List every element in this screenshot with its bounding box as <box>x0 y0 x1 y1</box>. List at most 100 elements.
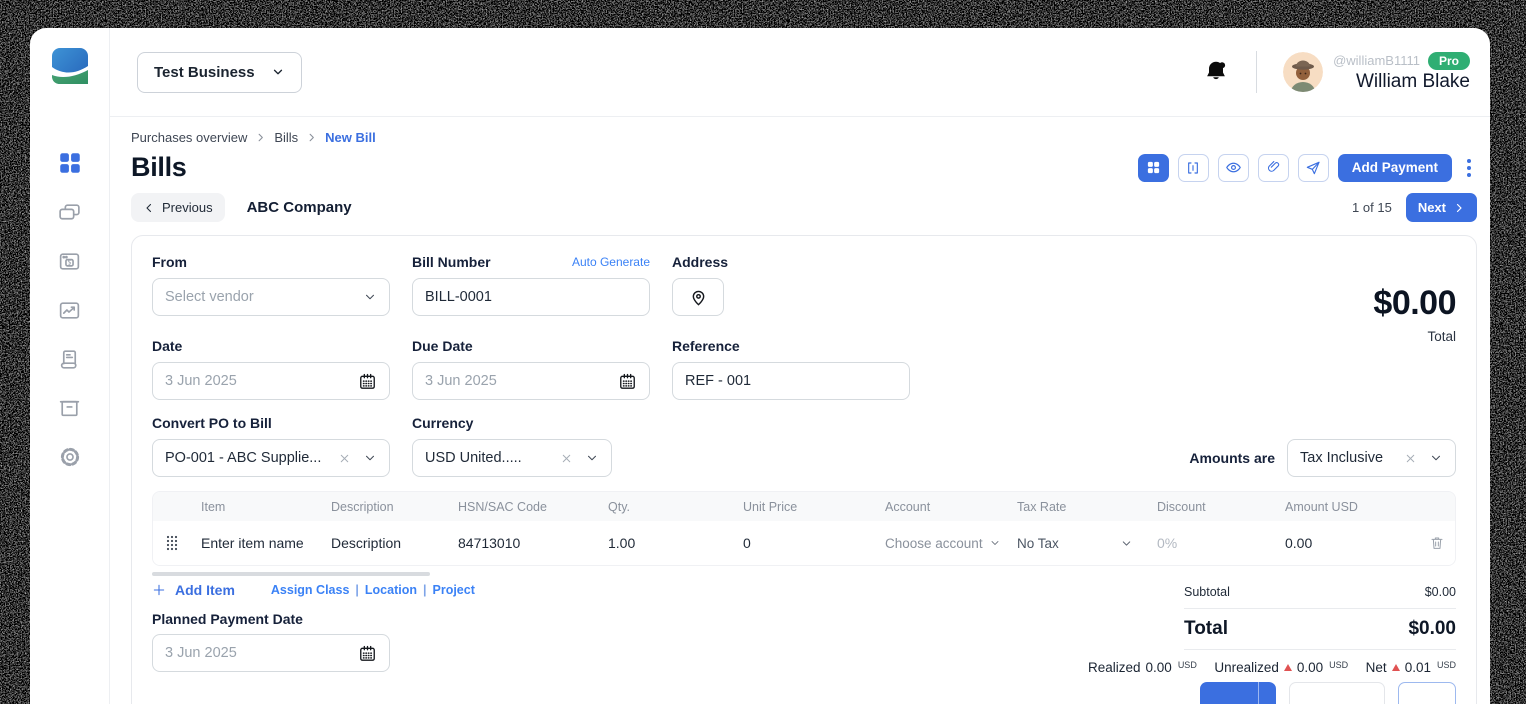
net-group: Net 0.01 USD <box>1366 660 1456 675</box>
chevron-down-icon <box>989 537 1001 549</box>
reference-label: Reference <box>672 338 740 354</box>
drag-handle-icon[interactable] <box>153 535 191 551</box>
send-button[interactable] <box>1298 154 1329 182</box>
add-item-button[interactable]: Add Item <box>152 582 235 598</box>
currency-field: Currency USD United..... <box>412 413 612 477</box>
due-date-input[interactable]: 3 Jun 2025 <box>412 362 650 400</box>
delete-row-button[interactable] <box>1416 535 1456 551</box>
app-window: $ <box>30 28 1490 704</box>
user-meta: @williamB1111 Pro William Blake <box>1333 52 1470 93</box>
date-input[interactable]: 3 Jun 2025 <box>152 362 390 400</box>
outline-action-button[interactable] <box>1398 682 1456 704</box>
breadcrumb-purchases-overview[interactable]: Purchases overview <box>131 130 247 145</box>
unrealized-group: Unrealized 0.00 USD <box>1214 660 1348 675</box>
breadcrumb-new-bill: New Bill <box>325 130 376 145</box>
chevron-down-icon <box>585 451 599 465</box>
location-link[interactable]: Location <box>365 583 417 597</box>
chevron-right-icon <box>1453 202 1465 214</box>
amounts-are-select[interactable]: Tax Inclusive <box>1287 439 1456 477</box>
sidebar-item-receipts[interactable] <box>57 346 83 372</box>
fx-summary-row: Realized 0.00 USD Unrealized 0.00 USD Ne… <box>1088 660 1456 675</box>
col-item: Item <box>191 500 321 514</box>
grand-total-amount: $0.00 <box>1373 284 1456 323</box>
user-avatar[interactable] <box>1283 52 1323 92</box>
grid-view-button[interactable] <box>1138 154 1169 182</box>
sidebar-item-dashboard[interactable] <box>57 150 83 176</box>
item-discount-input[interactable]: 0% <box>1147 535 1275 551</box>
item-hsn-input[interactable]: 84713010 <box>448 535 598 551</box>
up-triangle-icon <box>1284 664 1292 671</box>
more-options-button[interactable] <box>1461 155 1477 181</box>
bill-number-field: Bill Number Auto Generate BILL-0001 <box>412 252 650 316</box>
date-label: Date <box>152 338 182 354</box>
notifications-bell-icon[interactable] <box>1202 58 1230 86</box>
form-row-3: Convert PO to Bill PO-001 - ABC Supplie.… <box>152 413 1456 477</box>
table-horizontal-scrollbar[interactable] <box>152 572 430 576</box>
svg-text:$: $ <box>67 258 71 266</box>
app-logo-icon[interactable] <box>52 48 88 84</box>
due-date-field: Due Date 3 Jun 2025 <box>412 336 650 400</box>
chevron-right-icon <box>306 132 317 143</box>
realized-currency: USD <box>1178 660 1197 670</box>
bill-number-input[interactable]: BILL-0001 <box>412 278 650 316</box>
item-account-select[interactable]: Choose account <box>875 536 1007 551</box>
previous-button[interactable]: Previous <box>131 193 225 222</box>
user-handle: @williamB1111 <box>1333 53 1420 68</box>
bill-toolbar: Add Payment <box>1138 154 1477 182</box>
vendor-select[interactable]: Select vendor <box>152 278 390 316</box>
clear-icon <box>1404 452 1417 465</box>
col-discount: Discount <box>1147 500 1275 514</box>
business-name: Test Business <box>154 64 255 81</box>
planned-payment-date-input[interactable]: 3 Jun 2025 <box>152 634 390 672</box>
sidebar-item-sales[interactable]: $ <box>57 248 83 274</box>
project-link[interactable]: Project <box>433 583 475 597</box>
item-unit-price-input[interactable]: 0 <box>733 535 875 551</box>
send-icon <box>1305 160 1321 176</box>
main-area: Test Business <box>110 28 1490 704</box>
preview-button[interactable] <box>1218 154 1249 182</box>
net-currency: USD <box>1437 660 1456 670</box>
page-title: Bills <box>131 152 187 183</box>
total-value: $0.00 <box>1408 618 1456 640</box>
realized-group: Realized 0.00 USD <box>1088 660 1197 675</box>
pager-row: Previous ABC Company 1 of 15 Next <box>131 193 1477 222</box>
realized-value: 0.00 <box>1146 660 1172 675</box>
item-description-input[interactable]: Description <box>321 535 448 551</box>
sidebar-item-reports[interactable] <box>57 297 83 323</box>
secondary-action-button[interactable] <box>1289 682 1385 704</box>
chevron-left-icon <box>143 202 155 214</box>
save-split-button[interactable] <box>1200 682 1276 704</box>
reference-input[interactable]: REF - 001 <box>672 362 910 400</box>
content: Purchases overview Bills New Bill Bills <box>110 117 1490 704</box>
sidebar-item-archive[interactable] <box>57 395 83 421</box>
col-account: Account <box>875 500 1007 514</box>
add-payment-button[interactable]: Add Payment <box>1338 154 1452 182</box>
business-selector[interactable]: Test Business <box>137 52 302 93</box>
pro-badge: Pro <box>1428 52 1470 70</box>
clear-icon <box>560 452 573 465</box>
unrealized-value: 0.00 <box>1297 660 1323 675</box>
attachment-button[interactable] <box>1258 154 1289 182</box>
total-label: Total <box>1184 618 1228 640</box>
split-view-button[interactable] <box>1178 154 1209 182</box>
sidebar-nav: $ <box>57 150 83 470</box>
next-button[interactable]: Next <box>1406 193 1477 222</box>
assign-class-link[interactable]: Assign Class <box>271 583 350 597</box>
item-qty-input[interactable]: 1.00 <box>598 535 733 551</box>
sidebar-item-cards[interactable] <box>57 199 83 225</box>
item-name-input[interactable]: Enter item name <box>191 535 321 551</box>
item-tax-rate-select[interactable]: No Tax <box>1007 536 1147 551</box>
convert-po-select[interactable]: PO-001 - ABC Supplie... <box>152 439 390 477</box>
currency-label: Currency <box>412 415 473 431</box>
chevron-down-icon <box>363 290 377 304</box>
address-field: Address <box>672 252 728 316</box>
calendar-icon <box>358 372 377 391</box>
address-pin-button[interactable] <box>672 278 724 316</box>
due-date-label: Due Date <box>412 338 473 354</box>
from-label: From <box>152 254 187 270</box>
topbar-right: @williamB1111 Pro William Blake <box>1202 51 1470 93</box>
sidebar-item-settings[interactable] <box>57 444 83 470</box>
currency-select[interactable]: USD United..... <box>412 439 612 477</box>
auto-generate-link[interactable]: Auto Generate <box>572 255 650 269</box>
breadcrumb-bills[interactable]: Bills <box>274 130 298 145</box>
